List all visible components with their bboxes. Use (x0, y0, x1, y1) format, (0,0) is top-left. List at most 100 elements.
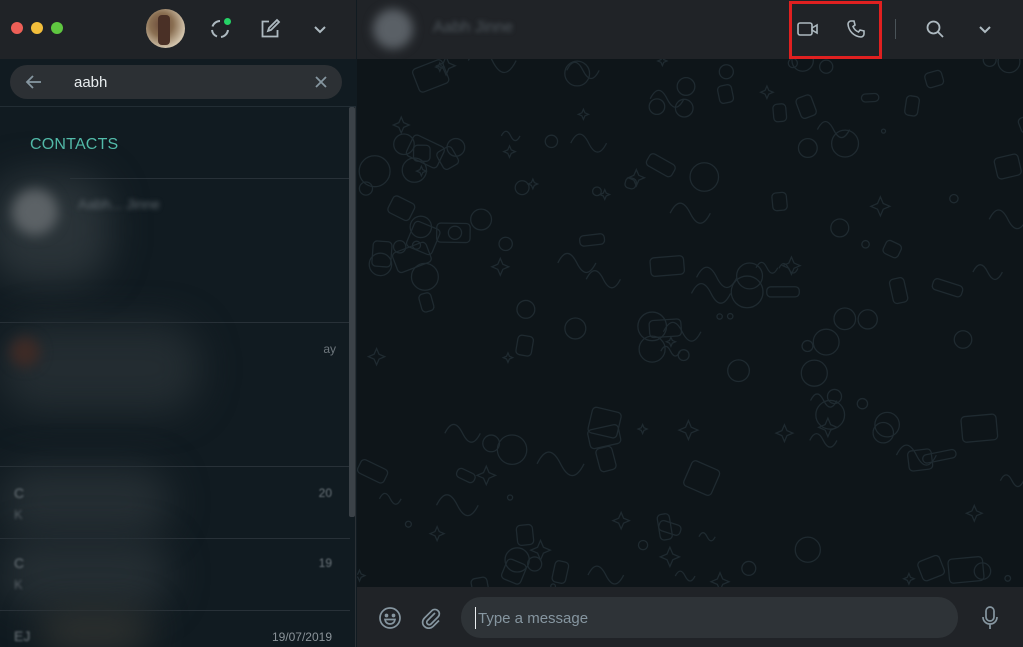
status-unread-dot (224, 18, 231, 25)
doodle-shape (674, 98, 694, 118)
chat-date: ay (323, 342, 336, 356)
doodle-shape (949, 193, 959, 204)
search-bar (10, 65, 342, 99)
window-close-button[interactable] (11, 22, 23, 34)
sidebar-menu-button[interactable] (308, 17, 332, 41)
contact-result-item[interactable]: Aabh... Jinne (0, 174, 350, 321)
chat-contact-name[interactable]: Aabh Jinne (433, 19, 513, 37)
doodle-shape (801, 339, 814, 353)
doodle-shape (726, 312, 734, 320)
doodle-shape (564, 317, 587, 340)
chat-result-item[interactable]: C K 20 (0, 467, 350, 538)
doodle-shape (358, 155, 391, 188)
chat-result-item[interactable]: C K 19 (0, 539, 350, 610)
window-minimize-button[interactable] (31, 22, 43, 34)
doodle-shape (730, 275, 764, 309)
doodle-shape (391, 115, 411, 135)
search-clear-button[interactable] (312, 73, 330, 91)
new-chat-button[interactable] (258, 17, 282, 41)
blur-overlay (0, 539, 170, 609)
doodle-shape (882, 239, 903, 259)
close-icon (315, 76, 327, 88)
status-button[interactable] (208, 17, 232, 41)
doodle-shape (960, 413, 999, 443)
doodle-shape (676, 76, 696, 96)
doodle-shape (997, 59, 1021, 74)
attach-button[interactable] (418, 605, 444, 631)
doodle-shape (819, 59, 834, 74)
doodle-shape (557, 252, 597, 274)
doodle-shape (888, 277, 909, 305)
chat-search-button[interactable] (923, 17, 947, 41)
doodle-shape (412, 144, 431, 162)
message-composer (357, 587, 1023, 647)
chat-result-item[interactable]: ay (0, 323, 350, 466)
doodle-shape (857, 309, 878, 330)
doodle-shape (501, 351, 515, 364)
doodle-shape (637, 539, 649, 551)
doodle-shape (774, 423, 795, 444)
doodle-shape (856, 397, 869, 410)
doodle-shape (718, 64, 734, 80)
doodle-shape (516, 299, 536, 319)
search-input[interactable] (74, 71, 304, 93)
doodle-shape (611, 510, 632, 531)
chat-header[interactable]: Aabh Jinne (357, 0, 1023, 59)
doodle-shape (378, 492, 402, 505)
microphone-icon (982, 606, 998, 629)
sidebar-scrollbar[interactable] (349, 107, 355, 517)
doodle-shape (371, 240, 393, 268)
chat-title: EJ (14, 628, 31, 644)
search-results: CONTACTS Aabh... Jinne ay C K 20 C K 19 … (0, 107, 350, 647)
doodle-shape (698, 532, 716, 542)
header-separator (895, 19, 896, 39)
chat-contact-avatar[interactable] (373, 9, 413, 49)
window-zoom-button[interactable] (51, 22, 63, 34)
profile-avatar[interactable] (146, 9, 185, 48)
search-back-button[interactable] (24, 72, 44, 92)
doodle-shape (664, 335, 678, 349)
doodle-shape (515, 334, 535, 357)
chat-wallpaper (357, 59, 1023, 587)
attach-icon (421, 608, 441, 629)
doodle-shape (387, 195, 416, 222)
message-input[interactable] (475, 607, 945, 629)
chat-subtitle: K (14, 507, 23, 522)
doodle-shape (860, 92, 880, 103)
doodle-shape (357, 459, 389, 484)
doodle-shape (677, 418, 700, 442)
doodle-shape (444, 423, 481, 443)
doodle-shape (498, 236, 513, 252)
doodle-shape (428, 525, 446, 543)
doodle-shape (741, 560, 757, 576)
doodle-shape (536, 451, 585, 477)
doodle-shape (446, 137, 466, 157)
doodle-shape (771, 191, 788, 212)
doodle-shape (794, 536, 822, 563)
doodle-shape (570, 133, 608, 153)
doodle-shape (795, 94, 817, 120)
doodle-shape (645, 153, 676, 178)
doodle-shape (924, 69, 945, 89)
doodle-shape (964, 503, 984, 523)
section-label-contacts: CONTACTS (30, 136, 119, 153)
chat-menu-button[interactable] (973, 17, 997, 41)
doodle-shape (830, 218, 850, 238)
message-input-wrapper (461, 597, 958, 638)
doodle-shape (564, 60, 591, 87)
doodle-shape (414, 164, 428, 178)
blur-overlay (40, 611, 150, 647)
doodle-shape (662, 321, 702, 342)
doodle-shape (658, 545, 682, 569)
blur-overlay (0, 174, 110, 284)
doodle-shape (418, 292, 435, 313)
emoji-button[interactable] (377, 605, 403, 631)
voice-message-button[interactable] (977, 605, 1003, 631)
doodle-shape (636, 422, 649, 436)
doodle-shape (972, 264, 1003, 281)
doodle-shape (475, 464, 498, 487)
doodle-shape (988, 209, 1023, 230)
chat-result-item[interactable]: EJ 19/07/2019 (0, 611, 350, 647)
doodle-shape (1017, 112, 1023, 134)
doodle-shape (515, 523, 535, 547)
